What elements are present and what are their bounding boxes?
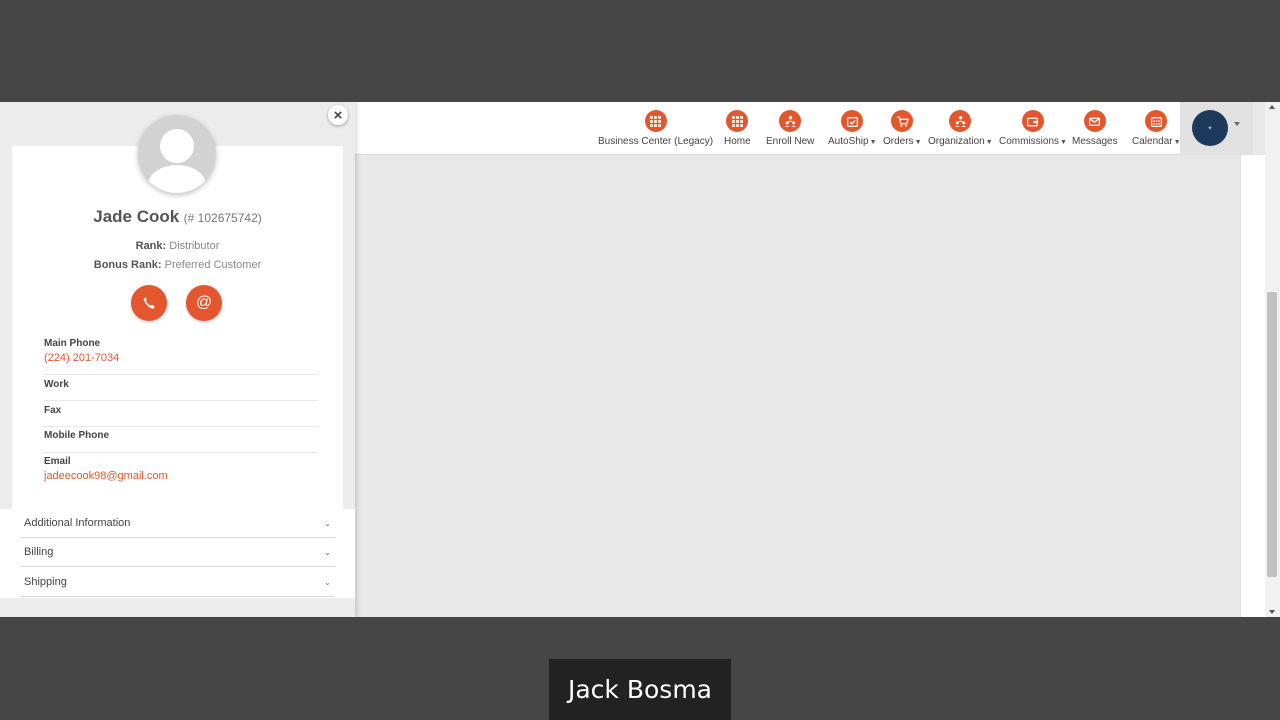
people-icon [779, 110, 802, 132]
app-window: Business Center (Legacy) Home Enroll New… [0, 102, 1280, 617]
chevron-down-icon: ⌄ [324, 547, 331, 557]
nav-autoship[interactable]: AutoShip▼ [828, 110, 877, 147]
org-chart-icon [949, 110, 972, 132]
nav-orders[interactable]: Orders▼ [883, 110, 922, 147]
contact-name-line: Jade Cook (# 102675742) [0, 207, 355, 227]
member-id: (# 102675742) [183, 211, 262, 225]
section-additional-information[interactable]: Additional Information ⌄ [0, 509, 355, 539]
fax-label: Fax [44, 405, 62, 416]
section-billing[interactable]: Billing ⌄ [0, 538, 355, 568]
page-scrollbar[interactable] [1265, 102, 1280, 617]
rank-label: Rank: [135, 240, 167, 252]
main-content-area [355, 156, 1240, 617]
section-label: Shipping [24, 576, 67, 588]
nav-label-wrap: AutoShip▼ [828, 136, 877, 147]
nav-label: Calendar [1132, 136, 1173, 147]
user-menu[interactable]: ✦ [1180, 102, 1253, 155]
nav-label-wrap: Organization▼ [928, 136, 993, 147]
wallet-icon [1021, 110, 1044, 132]
nav-label: Commissions [999, 136, 1060, 147]
mobile-phone-label: Mobile Phone [44, 430, 109, 441]
calendar-icon [1145, 110, 1168, 132]
nav-label: Business Center (Legacy) [598, 136, 714, 147]
cart-icon [891, 110, 914, 132]
main-phone-field: Main Phone (224) 201-7034 [44, 338, 318, 375]
profile-avatar [138, 115, 216, 193]
at-sign-icon: @ [195, 294, 213, 311]
bonus-rank-value: Preferred Customer [164, 259, 262, 271]
content-gutter [1240, 155, 1265, 617]
email-link[interactable]: jadeecook98@gmail.com [44, 470, 318, 482]
nav-label: Organization [928, 136, 985, 147]
chevron-down-icon: ⌄ [324, 577, 331, 587]
scroll-down-arrow-icon[interactable] [1269, 610, 1275, 614]
nav-business-center-legacy[interactable]: Business Center (Legacy) [598, 110, 713, 147]
nav-label-wrap: Orders▼ [883, 136, 922, 147]
caret-down-icon: ▼ [1060, 139, 1067, 146]
speaker-name: Jack Bosma [567, 675, 712, 704]
bonus-rank-label: Bonus Rank: [93, 259, 162, 271]
nav-label-wrap: Calendar▼ [1132, 136, 1181, 147]
main-phone-label: Main Phone [44, 338, 101, 349]
envelope-icon [1083, 110, 1106, 132]
chevron-down-icon[interactable] [1234, 122, 1240, 126]
phone-icon [143, 297, 155, 309]
section-shipping[interactable]: Shipping ⌄ [0, 568, 355, 598]
nav-home[interactable]: Home [724, 110, 751, 147]
speaker-caption: Jack Bosma [549, 659, 731, 720]
nav-enroll-new[interactable]: Enroll New [766, 110, 814, 147]
nav-label: Home [724, 136, 751, 147]
contact-name: Jade Cook [93, 207, 180, 226]
nav-label-wrap: Commissions▼ [999, 136, 1067, 147]
call-button[interactable] [131, 285, 167, 321]
section-label: Additional Information [24, 517, 131, 529]
nav-label: Orders [883, 136, 914, 147]
avatar-logo-icon: ✦ [1207, 124, 1213, 132]
chevron-down-icon: ⌄ [324, 518, 331, 528]
email-button[interactable]: @ [186, 285, 222, 321]
caret-down-icon: ▼ [869, 139, 877, 146]
main-phone-link[interactable]: (224) 201-7034 [44, 352, 318, 364]
section-label: Billing [24, 546, 54, 558]
scroll-up-arrow-icon[interactable] [1269, 105, 1275, 109]
caret-down-icon: ▼ [985, 139, 993, 146]
nav-label: AutoShip [828, 136, 869, 147]
nav-label: Enroll New [766, 136, 815, 147]
bonus-rank-line: Bonus Rank: Preferred Customer [0, 259, 355, 271]
caret-down-icon: ▼ [914, 139, 922, 146]
grid-icon [644, 110, 667, 132]
nav-organization[interactable]: Organization▼ [928, 110, 993, 147]
work-phone-field: Work [44, 379, 318, 401]
fax-field: Fax [44, 405, 318, 427]
avatar[interactable]: ✦ [1192, 110, 1228, 146]
rank-line: Rank: Distributor [0, 240, 355, 252]
work-label: Work [44, 379, 69, 390]
nav-messages[interactable]: Messages [1072, 110, 1118, 147]
close-button[interactable]: × [328, 105, 348, 125]
top-navigation-bar: Business Center (Legacy) Home Enroll New… [355, 102, 1240, 155]
nav-calendar[interactable]: Calendar▼ [1132, 110, 1181, 147]
nav-commissions[interactable]: Commissions▼ [999, 110, 1067, 147]
nav-label: Messages [1072, 136, 1118, 147]
avatar-head-shape [160, 129, 194, 163]
calendar-check-icon [841, 110, 864, 132]
mobile-phone-field: Mobile Phone [44, 430, 318, 453]
scrollbar-thumb[interactable] [1267, 292, 1277, 577]
grid-icon [726, 110, 749, 132]
email-field: Email jadeecook98@gmail.com [44, 456, 318, 492]
avatar-body-shape [148, 165, 206, 193]
email-label: Email [44, 456, 71, 467]
contact-detail-panel: × Jade Cook (# 102675742) Rank: Distribu… [0, 102, 355, 617]
rank-value: Distributor [169, 240, 220, 252]
